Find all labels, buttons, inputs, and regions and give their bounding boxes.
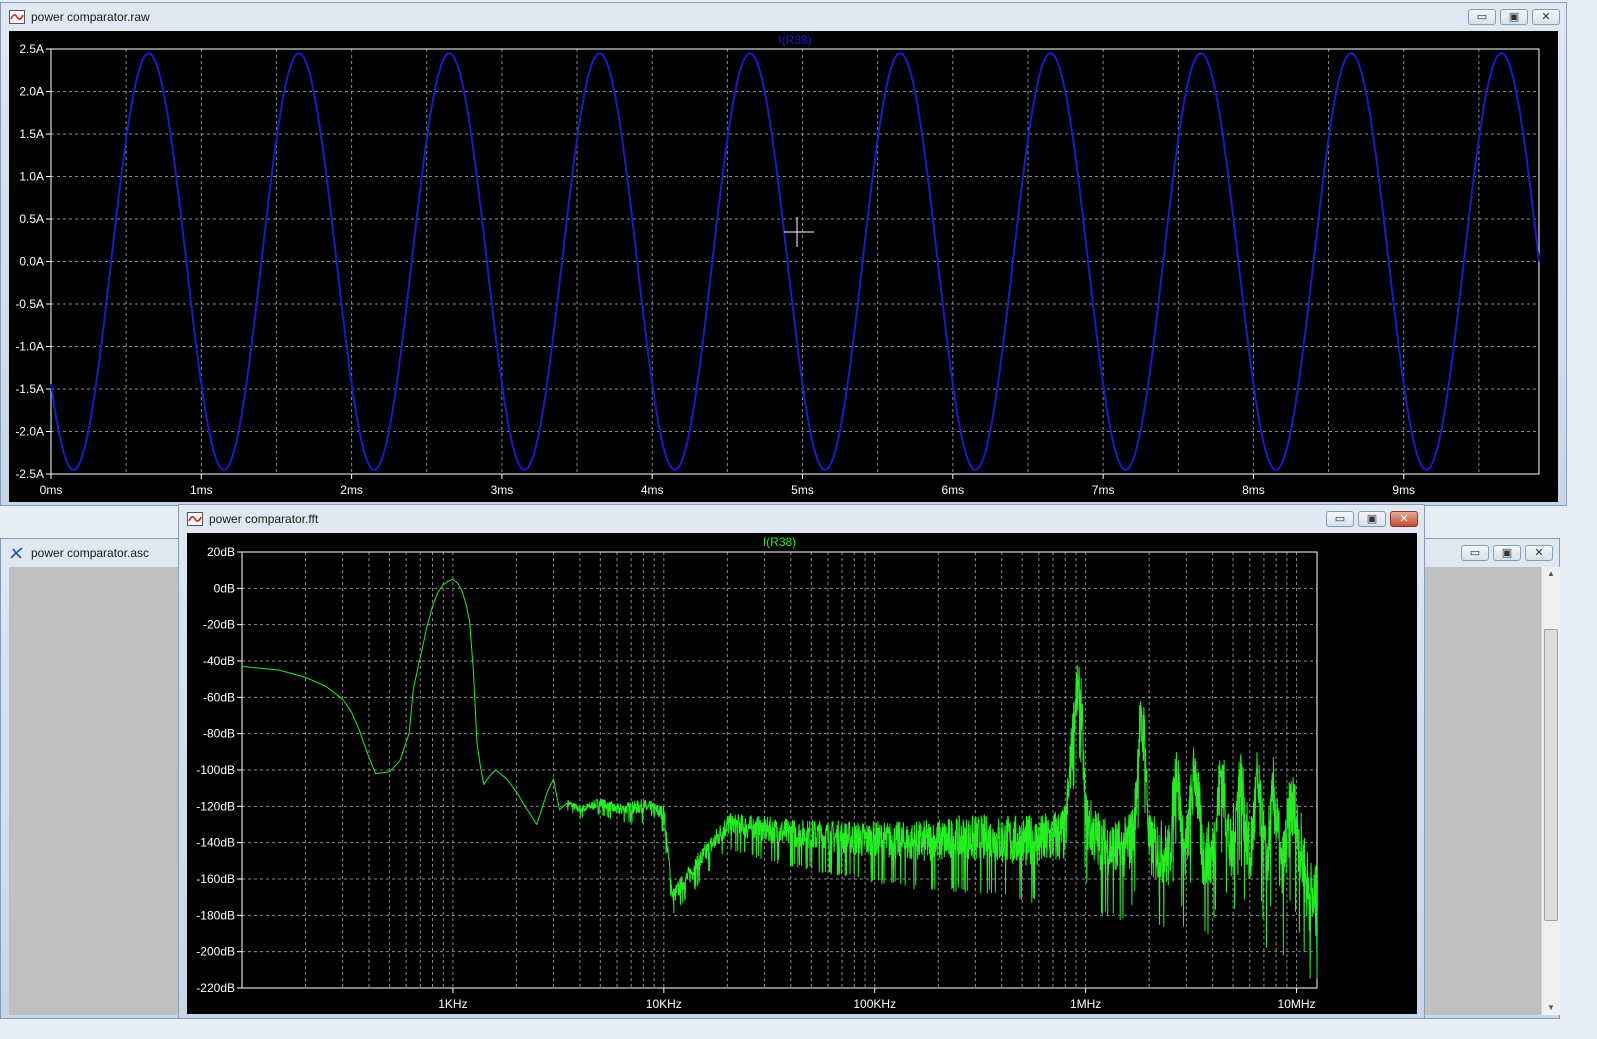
x-tick-label: 6ms	[941, 483, 964, 497]
chart-title: I(R38)	[778, 33, 811, 47]
x-tick-label: 9ms	[1392, 483, 1415, 497]
y-tick-label: -200dB	[196, 945, 235, 959]
transient-plot-area[interactable]: 2.5A 2.0A 1.5A 1.0A 0.5A 0.0A -0.5A -1.0A -1.5A -…	[9, 31, 1558, 502]
x-tick-label: 1KHz	[438, 997, 467, 1011]
x-tick-label: 10MHz	[1278, 997, 1316, 1011]
x-tick-label: 1MHz	[1070, 997, 1101, 1011]
y-tick-label: -0.5A	[15, 297, 44, 311]
y-tick-label: -160dB	[196, 872, 235, 886]
y-tick-label: -40dB	[203, 654, 235, 668]
y-tick-label: -140dB	[196, 836, 235, 850]
series-line-fft	[241, 578, 1318, 979]
minimize-button[interactable]: ▭	[1468, 9, 1496, 25]
y-tick-label: -180dB	[196, 908, 235, 922]
fft-window-title: power comparator.fft	[209, 512, 319, 526]
y-tick-label: 2.5A	[19, 42, 44, 56]
scroll-up-icon[interactable]: ▲	[1542, 567, 1560, 581]
schematic-window-controls: ▭ ▣ ✕	[1461, 545, 1553, 561]
chart-title: I(R38)	[763, 535, 796, 549]
y-tick-label: 1.0A	[19, 170, 44, 184]
x-tick-label: 8ms	[1242, 483, 1265, 497]
fft-plot-area[interactable]: 20dB 0dB -20dB -40dB -60dB -80dB -100dB -120dB -…	[187, 533, 1417, 1014]
close-button[interactable]: ✕	[1532, 9, 1560, 25]
maximize-button[interactable]: ▣	[1500, 9, 1528, 25]
x-tick-label: 0ms	[40, 483, 63, 497]
x-tick-label: 7ms	[1092, 483, 1115, 497]
minimize-button[interactable]: ▭	[1326, 511, 1354, 527]
y-tick-label: -1.0A	[15, 340, 44, 354]
scroll-down-icon[interactable]: ▼	[1542, 1001, 1560, 1015]
waveform-icon	[9, 10, 25, 24]
fft-window-controls: ▭ ▣ ✕	[1326, 511, 1418, 527]
y-tick-label: 20dB	[207, 545, 235, 559]
y-tick-label: -1.5A	[15, 382, 44, 396]
y-tick-label: -220dB	[196, 981, 235, 995]
y-tick-label: -60dB	[203, 690, 235, 704]
transient-window-controls: ▭ ▣ ✕	[1468, 9, 1560, 25]
y-tick-label: -100dB	[196, 763, 235, 777]
transient-window-title: power comparator.raw	[31, 10, 150, 24]
close-button[interactable]: ✕	[1525, 545, 1553, 561]
y-tick-label: 0.5A	[19, 212, 44, 226]
y-tick-label: 0.0A	[19, 255, 44, 269]
vertical-scrollbar[interactable]: ▲ ▼	[1541, 567, 1560, 1015]
fft-window[interactable]: power comparator.fft ▭ ▣ ✕ 20dB 0dB -20dB -…	[178, 504, 1425, 1019]
x-tick-label: 10KHz	[646, 997, 682, 1011]
x-tick-label: 2ms	[340, 483, 363, 497]
x-tick-label: 5ms	[791, 483, 814, 497]
y-tick-label: -2.0A	[15, 425, 44, 439]
y-tick-label: 0dB	[214, 581, 235, 595]
scroll-thumb[interactable]	[1544, 629, 1558, 921]
y-tick-label: 2.0A	[19, 85, 44, 99]
waveform-icon	[187, 512, 203, 526]
schematic-icon	[10, 547, 23, 559]
y-tick-label: -120dB	[196, 799, 235, 813]
x-tick-label: 100KHz	[853, 997, 896, 1011]
x-tick-label: 4ms	[641, 483, 664, 497]
transient-chart[interactable]: 2.5A 2.0A 1.5A 1.0A 0.5A 0.0A -0.5A -1.0A -1.5A -…	[9, 31, 1558, 502]
schematic-window-title: power comparator.asc	[31, 546, 150, 560]
y-tick-label: -80dB	[203, 727, 235, 741]
fft-window-titlebar[interactable]: power comparator.fft ▭ ▣ ✕	[179, 505, 1424, 533]
close-button[interactable]: ✕	[1390, 511, 1418, 527]
x-tick-label: 1ms	[190, 483, 213, 497]
y-tick-label: -2.5A	[15, 467, 44, 481]
transient-window-titlebar[interactable]: power comparator.raw ▭ ▣ ✕	[1, 3, 1566, 31]
y-tick-label: 1.5A	[19, 127, 44, 141]
maximize-button[interactable]: ▣	[1493, 545, 1521, 561]
fft-chart[interactable]: 20dB 0dB -20dB -40dB -60dB -80dB -100dB -120dB -…	[187, 533, 1417, 1014]
y-tick-label: -20dB	[203, 618, 235, 632]
transient-window[interactable]: power comparator.raw ▭ ▣ ✕ 2.5A 2.0A 1.5A 1…	[0, 2, 1567, 506]
minimize-button[interactable]: ▭	[1461, 545, 1489, 561]
maximize-button[interactable]: ▣	[1358, 511, 1386, 527]
x-tick-label: 3ms	[491, 483, 514, 497]
